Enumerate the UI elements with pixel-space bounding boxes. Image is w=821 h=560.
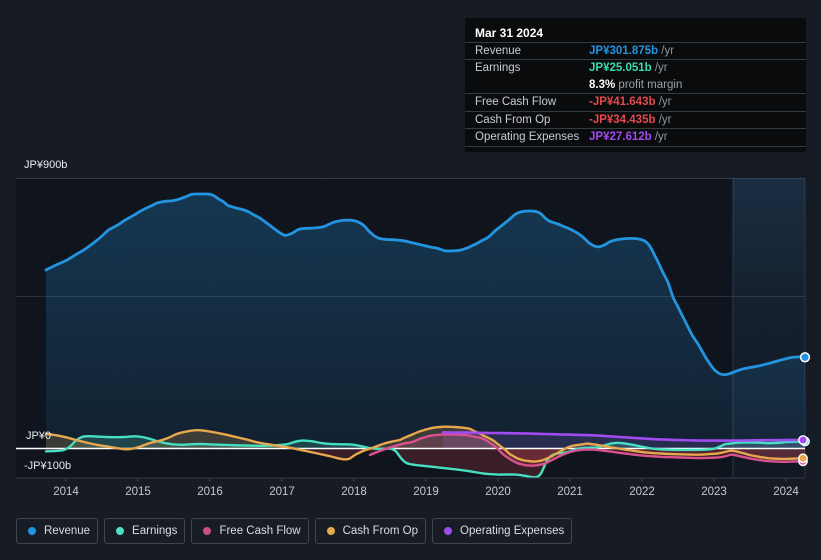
svg-text:2017: 2017 [269,486,295,498]
svg-text:2020: 2020 [485,486,511,498]
svg-text:2018: 2018 [341,486,367,498]
svg-text:2021: 2021 [557,486,583,498]
svg-text:2024: 2024 [773,486,799,498]
svg-text:2022: 2022 [629,486,655,498]
svg-text:2014: 2014 [53,486,79,498]
svg-text:2023: 2023 [701,486,727,498]
svg-text:2019: 2019 [413,486,439,498]
svg-text:2015: 2015 [125,486,151,498]
svg-text:2016: 2016 [197,486,223,498]
